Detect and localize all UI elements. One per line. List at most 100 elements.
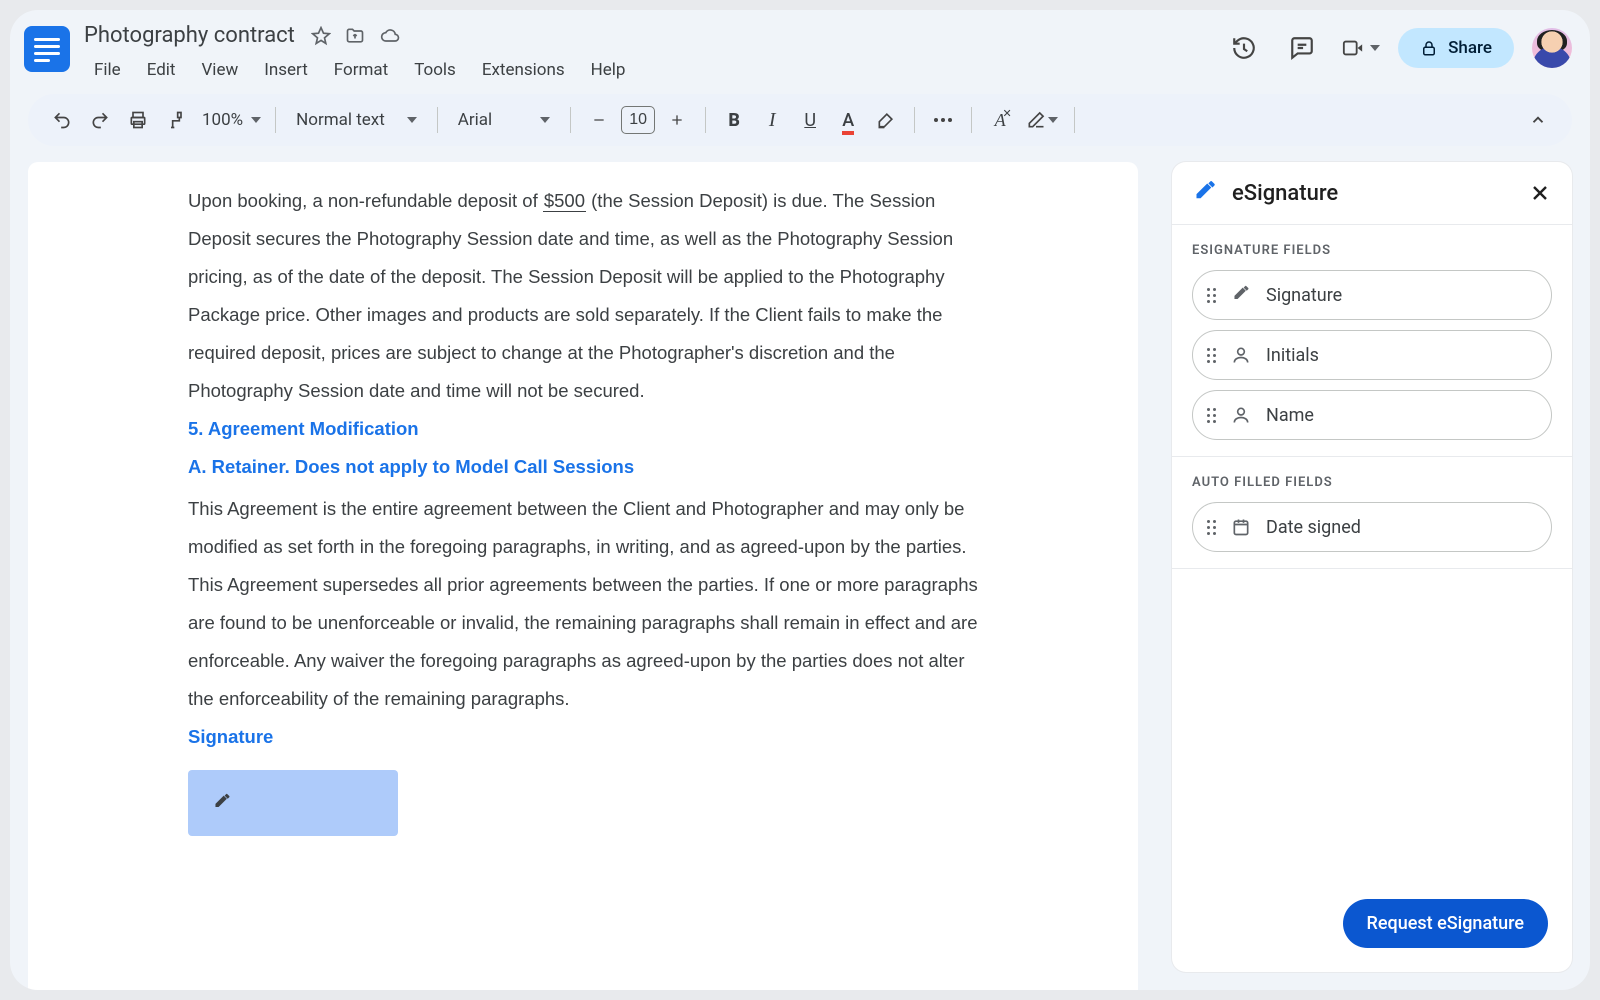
font-select[interactable]: Arial	[448, 102, 560, 138]
menu-file[interactable]: File	[82, 56, 133, 84]
chevron-down-icon	[407, 117, 417, 123]
signature-label: Signature	[188, 718, 978, 756]
zoom-value: 100%	[202, 110, 243, 130]
comments-icon[interactable]	[1282, 28, 1322, 68]
menu-view[interactable]: View	[189, 56, 250, 84]
title-icons	[311, 26, 401, 46]
menu-edit[interactable]: Edit	[135, 56, 188, 84]
undo-button[interactable]	[44, 102, 80, 138]
move-icon[interactable]	[345, 26, 365, 46]
menu-bar: File Edit View Insert Format Tools Exten…	[82, 56, 1224, 84]
title-row: Photography contract	[82, 20, 1224, 52]
panel-title: eSignature	[1232, 181, 1338, 206]
field-label: Initials	[1266, 345, 1319, 366]
font-size-input[interactable]	[621, 106, 655, 134]
person-icon	[1230, 405, 1252, 425]
drag-handle-icon	[1207, 520, 1216, 535]
field-label: Date signed	[1266, 517, 1361, 538]
text: (the Session Deposit) is due. The Sessio…	[188, 190, 953, 401]
chevron-down-icon	[1048, 117, 1058, 123]
close-panel-button[interactable]	[1528, 181, 1552, 205]
field-label: Name	[1266, 405, 1314, 426]
font-value: Arial	[458, 110, 492, 130]
field-initials[interactable]: Initials	[1192, 330, 1552, 380]
clear-format-button[interactable]: A✕	[982, 102, 1018, 138]
style-select[interactable]: Normal text	[286, 102, 427, 138]
account-avatar[interactable]	[1532, 28, 1572, 68]
request-esignature-button[interactable]: Request eSignature	[1343, 899, 1548, 948]
italic-button[interactable]: I	[754, 102, 790, 138]
drag-handle-icon	[1207, 408, 1216, 423]
meet-button[interactable]	[1340, 28, 1380, 68]
share-button[interactable]: Share	[1398, 28, 1514, 68]
star-icon[interactable]	[311, 26, 331, 46]
paragraph-agreement: This Agreement is the entire agreement b…	[188, 490, 978, 718]
collapse-toolbar-button[interactable]	[1520, 102, 1556, 138]
separator	[705, 107, 706, 133]
section-esignature-fields: ESIGNATURE FIELDS Signature Initials Nam…	[1172, 225, 1572, 457]
document-scroll[interactable]: Upon booking, a non-refundable deposit o…	[28, 162, 1152, 972]
section-label: AUTO FILLED FIELDS	[1192, 475, 1552, 490]
drag-handle-icon	[1207, 288, 1216, 303]
menu-extensions[interactable]: Extensions	[470, 56, 577, 84]
field-name[interactable]: Name	[1192, 390, 1552, 440]
pen-icon	[1192, 180, 1218, 206]
menu-tools[interactable]: Tools	[402, 56, 468, 84]
paint-format-button[interactable]	[158, 102, 194, 138]
separator	[275, 107, 276, 133]
menu-format[interactable]: Format	[322, 56, 400, 84]
field-label: Signature	[1266, 285, 1342, 306]
font-size-group	[581, 102, 695, 138]
paragraph-deposit: Upon booking, a non-refundable deposit o…	[188, 182, 978, 410]
redo-button[interactable]	[82, 102, 118, 138]
menu-insert[interactable]: Insert	[252, 56, 320, 84]
highlight-button[interactable]	[868, 102, 904, 138]
bold-button[interactable]: B	[716, 102, 752, 138]
chevron-down-icon	[1370, 45, 1380, 51]
body-area: Upon booking, a non-refundable deposit o…	[10, 146, 1590, 990]
cloud-status-icon[interactable]	[379, 26, 401, 46]
zoom-select[interactable]: 100%	[196, 102, 265, 138]
close-icon	[1528, 181, 1552, 205]
document-title[interactable]: Photography contract	[82, 20, 297, 52]
font-decrease-button[interactable]	[581, 102, 617, 138]
chevron-down-icon	[540, 117, 550, 123]
docs-logo-icon[interactable]	[24, 26, 70, 72]
separator	[437, 107, 438, 133]
text: Upon booking, a non-refundable deposit o…	[188, 190, 543, 211]
share-label: Share	[1448, 38, 1492, 58]
style-value: Normal text	[296, 110, 385, 130]
menu-help[interactable]: Help	[579, 56, 638, 84]
pen-icon	[1230, 285, 1252, 305]
drag-handle-icon	[1207, 348, 1216, 363]
calendar-icon	[1230, 517, 1252, 537]
title-area: Photography contract File Edit View	[82, 20, 1224, 84]
field-date-signed[interactable]: Date signed	[1192, 502, 1552, 552]
section-auto-fields: AUTO FILLED FIELDS Date signed	[1172, 457, 1572, 569]
subheading-a: A. Retainer. Does not apply to Model Cal…	[188, 448, 978, 486]
pen-icon	[212, 793, 232, 813]
section-label: ESIGNATURE FIELDS	[1192, 243, 1552, 258]
separator	[1074, 107, 1075, 133]
separator	[914, 107, 915, 133]
document-page[interactable]: Upon booking, a non-refundable deposit o…	[28, 162, 1138, 990]
signature-field-placeholder[interactable]	[188, 770, 398, 836]
separator	[570, 107, 571, 133]
print-button[interactable]	[120, 102, 156, 138]
person-icon	[1230, 345, 1252, 365]
history-icon[interactable]	[1224, 28, 1264, 68]
topbar: Photography contract File Edit View	[10, 10, 1590, 84]
more-button[interactable]	[925, 102, 961, 138]
editing-mode-select[interactable]	[1020, 102, 1064, 138]
app-window: Photography contract File Edit View	[10, 10, 1590, 990]
chevron-down-icon	[251, 117, 261, 123]
text-color-button[interactable]: A	[830, 102, 866, 138]
separator	[971, 107, 972, 133]
topbar-right: Share	[1224, 28, 1572, 68]
panel-header: eSignature	[1172, 162, 1572, 225]
font-increase-button[interactable]	[659, 102, 695, 138]
underline-button[interactable]: U	[792, 102, 828, 138]
field-signature[interactable]: Signature	[1192, 270, 1552, 320]
lock-icon	[1420, 39, 1438, 57]
deposit-amount: $500	[543, 190, 586, 212]
